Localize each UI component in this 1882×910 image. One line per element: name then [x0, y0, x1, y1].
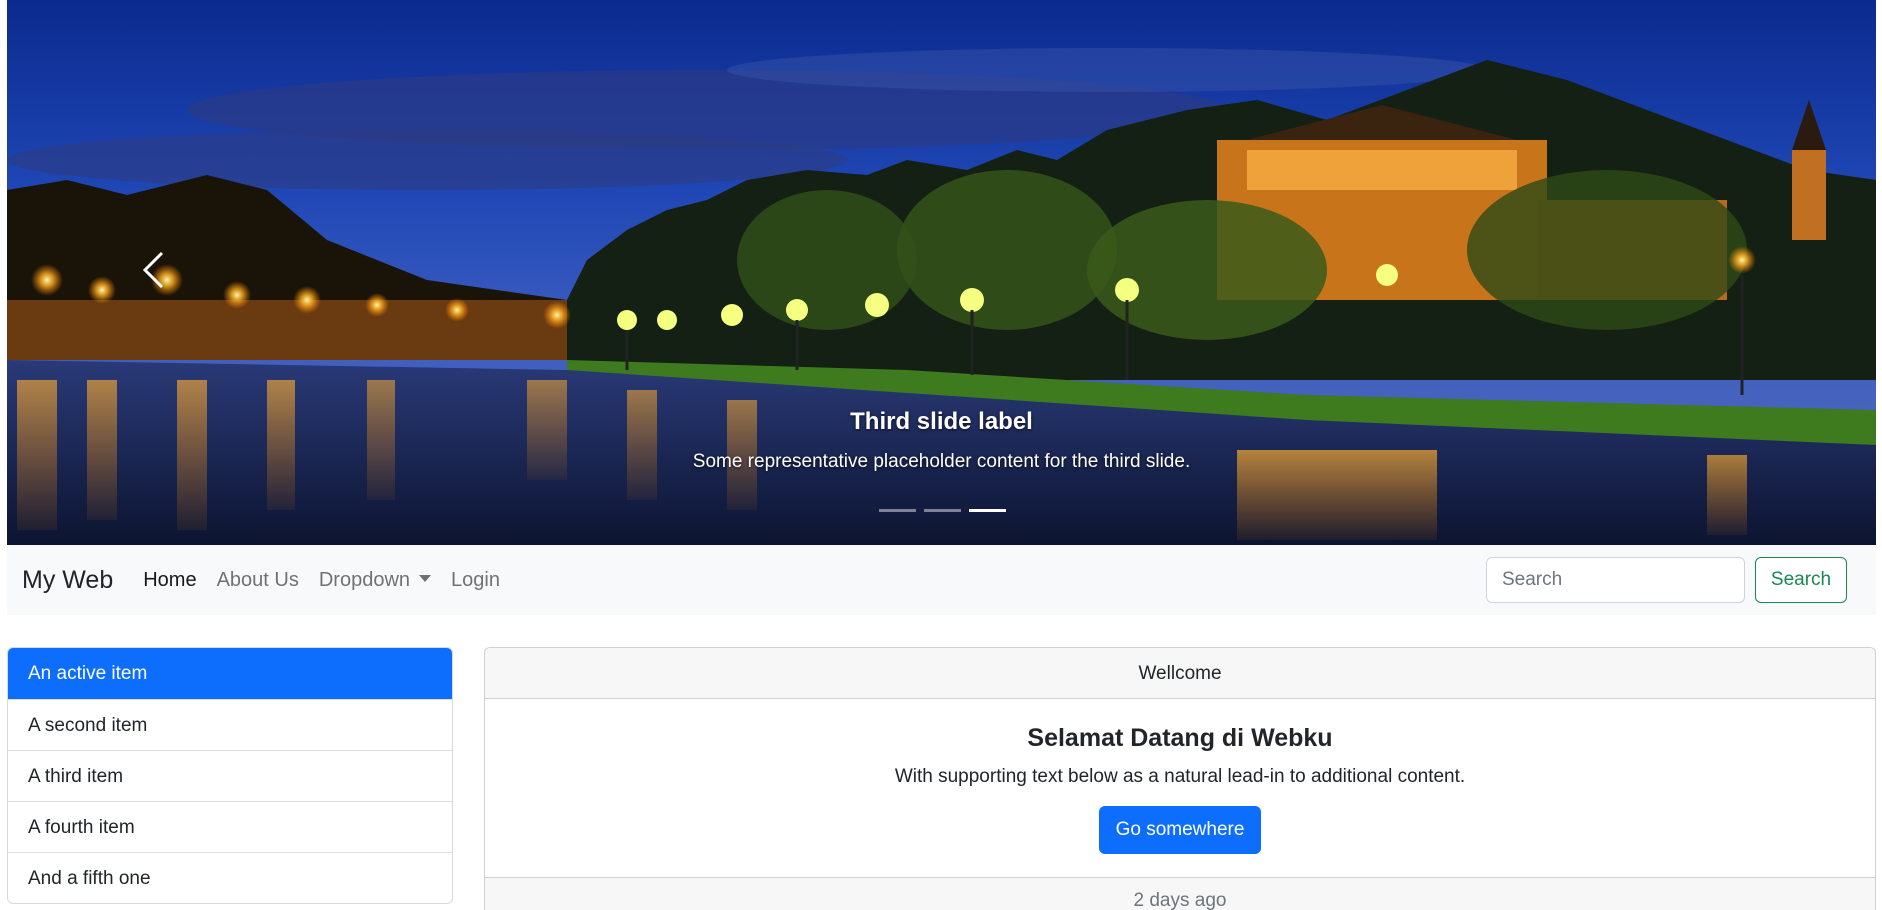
- carousel-caption-title: Third slide label: [850, 408, 1033, 435]
- nav-links: Home About Us Dropdown Login: [133, 565, 510, 595]
- carousel-indicator-3[interactable]: [969, 509, 1006, 512]
- navbar-brand[interactable]: My Web: [22, 565, 113, 595]
- navbar: My Web Home About Us Dropdown Login Sear…: [7, 545, 1876, 615]
- card-text: With supporting text below as a natural …: [894, 766, 1466, 787]
- chevron-left-icon: [142, 251, 164, 289]
- page: Third slide label Some representative pl…: [0, 0, 1882, 910]
- card-footer: 2 days ago: [485, 877, 1875, 910]
- list-item-fifth[interactable]: And a fifth one: [8, 852, 452, 903]
- go-somewhere-button[interactable]: Go somewhere: [1098, 806, 1262, 854]
- nav-dropdown-label: Dropdown: [318, 569, 411, 591]
- carousel-indicator-2[interactable]: [924, 509, 961, 512]
- carousel-caption: Third slide label Some representative pl…: [7, 404, 1876, 476]
- carousel-prev-button[interactable]: [129, 240, 177, 300]
- card-title: Selamat Datang di Webku: [1027, 724, 1333, 752]
- nav-link-about-us[interactable]: About Us: [207, 565, 309, 595]
- caret-down-icon: [419, 575, 432, 582]
- sidebar-list-group: An active item A second item A third ite…: [7, 647, 453, 904]
- search-form: Search: [1486, 557, 1847, 603]
- list-item-second[interactable]: A second item: [8, 699, 452, 750]
- carousel-caption-text: Some representative placeholder content …: [692, 451, 1191, 472]
- card-body: Selamat Datang di Webku With supporting …: [485, 699, 1875, 877]
- carousel-indicator-1[interactable]: [879, 509, 916, 512]
- list-item-third[interactable]: A third item: [8, 750, 452, 801]
- search-button[interactable]: Search: [1755, 557, 1847, 603]
- search-input[interactable]: [1486, 557, 1745, 603]
- card-header: Wellcome: [485, 648, 1875, 699]
- list-item-fourth[interactable]: A fourth item: [8, 801, 452, 852]
- nav-dropdown-toggle[interactable]: Dropdown: [309, 565, 441, 595]
- welcome-card: Wellcome Selamat Datang di Webku With su…: [484, 647, 1876, 910]
- nav-link-login[interactable]: Login: [441, 565, 510, 595]
- list-item-active[interactable]: An active item: [8, 648, 452, 699]
- nav-link-home[interactable]: Home: [133, 565, 206, 595]
- hero-carousel: Third slide label Some representative pl…: [7, 0, 1876, 545]
- carousel-indicators: [879, 509, 1006, 512]
